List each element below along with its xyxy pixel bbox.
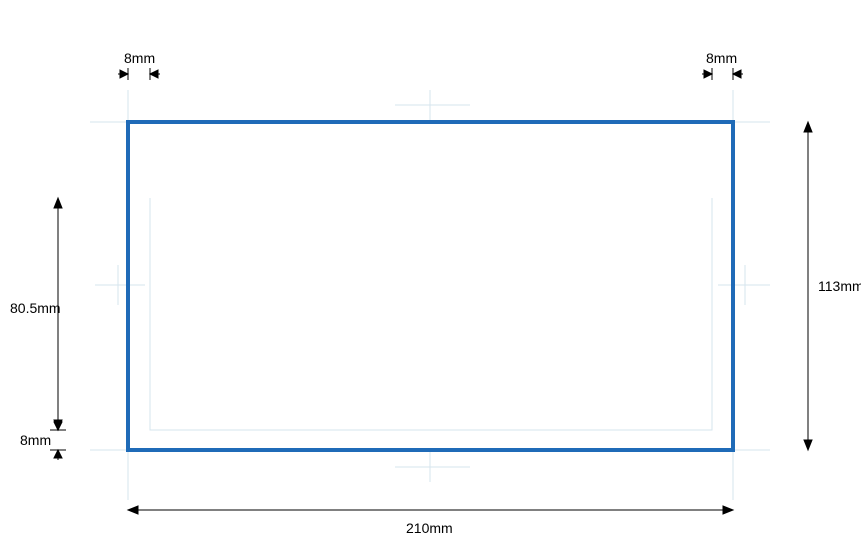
technical-drawing: { "dims": { "width": "210mm", "height": … bbox=[0, 0, 861, 559]
label-margin-top-left: 8mm bbox=[124, 50, 155, 66]
dimension-arrows bbox=[50, 68, 812, 514]
label-height: 113mm bbox=[818, 278, 861, 294]
label-width: 210mm bbox=[406, 520, 453, 536]
label-inner-height: 80.5mm bbox=[10, 300, 61, 316]
guide-lines bbox=[90, 90, 770, 500]
label-margin-top-right: 8mm bbox=[706, 50, 737, 66]
label-margin-bottom-left: 8mm bbox=[20, 432, 51, 448]
drawing-svg bbox=[0, 0, 861, 559]
outer-box bbox=[128, 122, 733, 450]
